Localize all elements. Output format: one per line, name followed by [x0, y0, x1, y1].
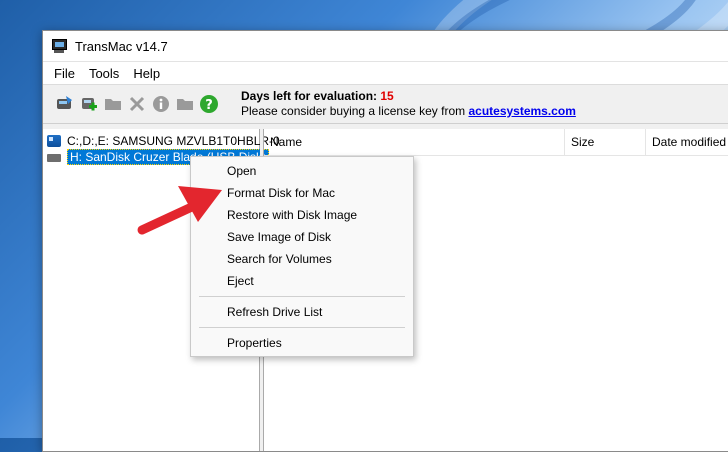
annotation-arrow-icon — [137, 186, 222, 235]
